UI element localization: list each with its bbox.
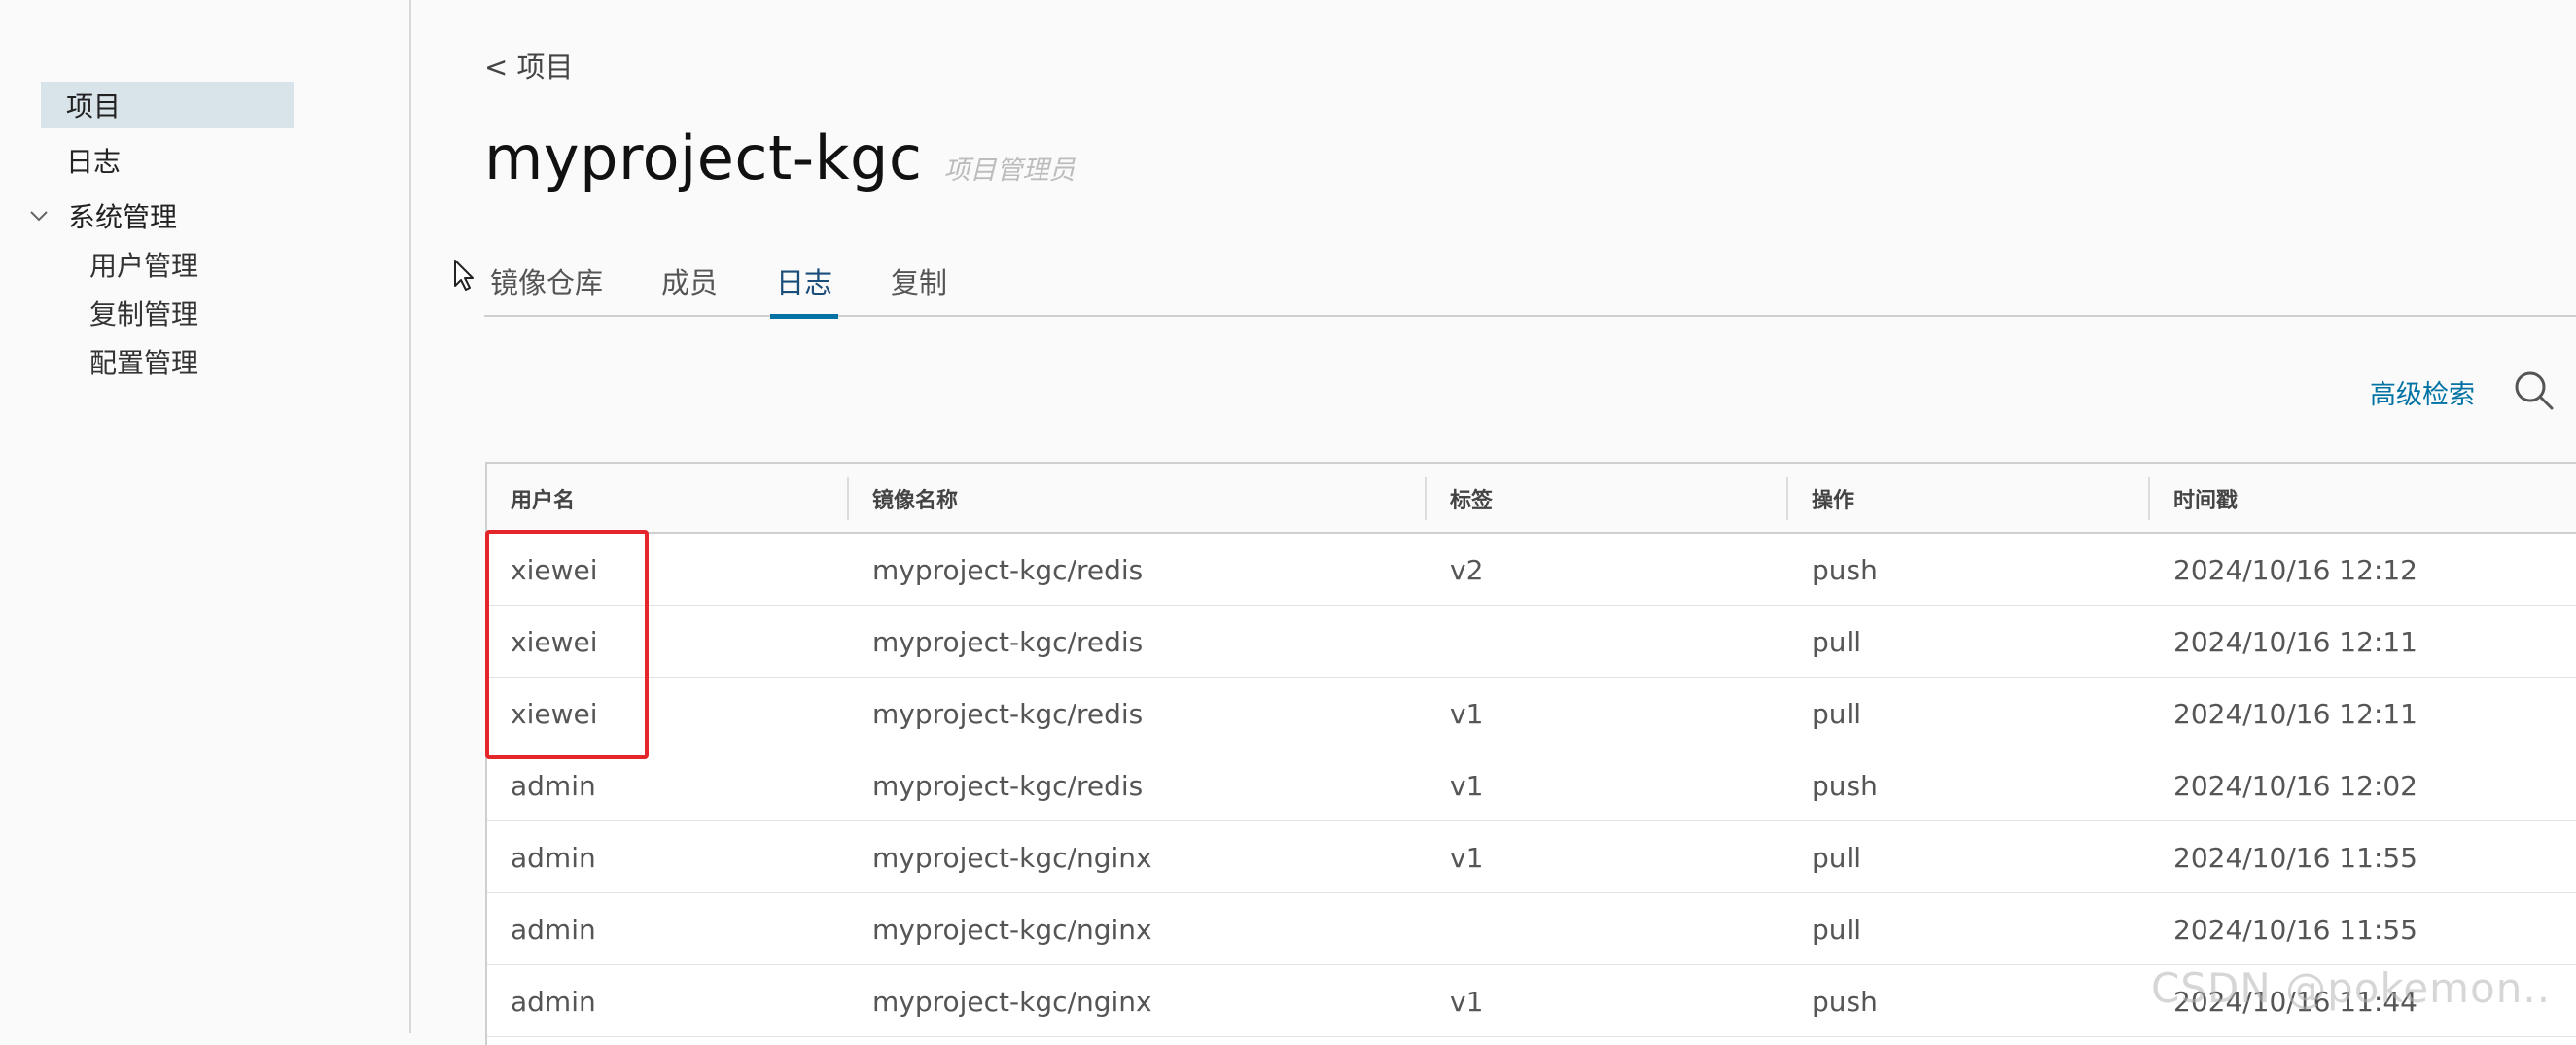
- cell-image-name: myproject-kgc/nginx: [872, 913, 1152, 946]
- watermark: CSDN @pokemon..: [2151, 964, 2552, 1012]
- cell-image-name: myproject-kgc/nginx: [872, 985, 1152, 1018]
- cell-tag: [1427, 606, 1450, 678]
- cell-timestamp: 2024/10/16 12:11: [2173, 697, 2417, 730]
- table-body: xiewei myproject-kgc/redis v2 push 2024/…: [487, 534, 2576, 1037]
- column-header-timestamp[interactable]: 时间戳: [2150, 464, 2238, 534]
- cell-operation: pull: [1812, 913, 1862, 946]
- sidebar-item-label: 项目: [66, 90, 122, 122]
- column-header-tag[interactable]: 标签: [1427, 464, 1493, 534]
- sidebar-item-label: 日志: [66, 146, 122, 178]
- sidebar-item-replication-management[interactable]: 复制管理: [89, 291, 198, 335]
- cell-timestamp: 2024/10/16 12:02: [2173, 769, 2417, 802]
- sidebar-group-system-admin[interactable]: 系统管理: [27, 192, 177, 239]
- cell-image-name: myproject-kgc/redis: [872, 697, 1144, 730]
- logs-table: 用户名 镜像名称 标签 操作 时间戳 xiewei myproject-kgc/…: [485, 462, 2576, 1045]
- tab-repositories[interactable]: 镜像仓库: [484, 243, 609, 317]
- table-row: admin myproject-kgc/nginx pull 2024/10/1…: [487, 893, 2576, 965]
- tab-logs[interactable]: 日志: [770, 243, 839, 319]
- cell-operation: pull: [1812, 697, 1862, 730]
- column-header-image-name[interactable]: 镜像名称: [849, 464, 958, 534]
- cell-image-name: myproject-kgc/redis: [872, 769, 1144, 802]
- cell-timestamp: 2024/10/16 11:55: [2173, 841, 2417, 874]
- cell-tag: v2: [1450, 553, 1484, 586]
- cell-username: admin: [511, 841, 596, 874]
- sidebar-item-projects[interactable]: 项目: [41, 82, 294, 128]
- tab-members[interactable]: 成员: [655, 243, 723, 317]
- table-header: 用户名 镜像名称 标签 操作 时间戳: [487, 464, 2576, 534]
- table-row: xiewei myproject-kgc/redis v2 push 2024/…: [487, 534, 2576, 606]
- table-row: xiewei myproject-kgc/redis v1 pull 2024/…: [487, 678, 2576, 749]
- column-header-operation[interactable]: 操作: [1788, 464, 1854, 534]
- cell-username: admin: [511, 769, 596, 802]
- column-header-username[interactable]: 用户名: [487, 464, 575, 534]
- cell-image-name: myproject-kgc/redis: [872, 553, 1144, 586]
- cell-timestamp: 2024/10/16 11:55: [2173, 913, 2417, 946]
- cell-timestamp: 2024/10/16 12:11: [2173, 625, 2417, 658]
- page-title: myproject-kgc: [484, 122, 923, 193]
- table-row: xiewei myproject-kgc/redis pull 2024/10/…: [487, 606, 2576, 678]
- search-icon[interactable]: [2513, 369, 2556, 412]
- tab-replication[interactable]: 复制: [885, 243, 953, 317]
- sidebar: 项目 日志 系统管理 用户管理 复制管理 配置管理: [0, 0, 411, 1033]
- cell-operation: pull: [1812, 625, 1862, 658]
- cell-tag: v1: [1450, 841, 1484, 874]
- cell-username: admin: [511, 913, 596, 946]
- table-row: admin myproject-kgc/redis v1 push 2024/1…: [487, 749, 2576, 821]
- tab-bar: 镜像仓库 成员 日志 复制: [484, 243, 2576, 319]
- cell-operation: pull: [1812, 841, 1862, 874]
- role-badge: 项目管理员: [943, 156, 1076, 186]
- cell-image-name: myproject-kgc/nginx: [872, 841, 1152, 874]
- cell-operation: push: [1812, 769, 1878, 802]
- sidebar-item-configuration-management[interactable]: 配置管理: [89, 339, 198, 384]
- sidebar-item-label: 复制管理: [89, 298, 199, 331]
- cell-username: admin: [511, 985, 596, 1018]
- sidebar-item-label: 配置管理: [89, 347, 199, 379]
- cell-operation: push: [1812, 553, 1878, 586]
- cell-tag: v1: [1450, 985, 1484, 1018]
- advanced-search-link[interactable]: 高级检索: [2370, 373, 2475, 411]
- cell-username: xiewei: [511, 697, 598, 730]
- cell-image-name: myproject-kgc/redis: [872, 625, 1144, 658]
- table-row: admin myproject-kgc/nginx v1 pull 2024/1…: [487, 821, 2576, 893]
- cell-timestamp: 2024/10/16 12:12: [2173, 553, 2417, 586]
- cell-tag: v1: [1450, 769, 1484, 802]
- chevron-down-icon: [30, 211, 48, 222]
- cell-username: xiewei: [511, 625, 598, 658]
- breadcrumb-back-link[interactable]: < 项目: [484, 45, 574, 86]
- mouse-cursor-icon: [454, 260, 474, 291]
- cell-tag: v1: [1450, 697, 1484, 730]
- sidebar-item-logs[interactable]: 日志: [41, 137, 294, 184]
- cell-tag: [1427, 893, 1450, 965]
- cell-operation: push: [1812, 985, 1878, 1018]
- sidebar-item-label: 用户管理: [89, 250, 199, 282]
- sidebar-item-user-management[interactable]: 用户管理: [89, 242, 198, 287]
- cell-username: xiewei: [511, 553, 598, 586]
- sidebar-group-label: 系统管理: [68, 201, 178, 233]
- title-row: myproject-kgc 项目管理员: [484, 122, 1076, 193]
